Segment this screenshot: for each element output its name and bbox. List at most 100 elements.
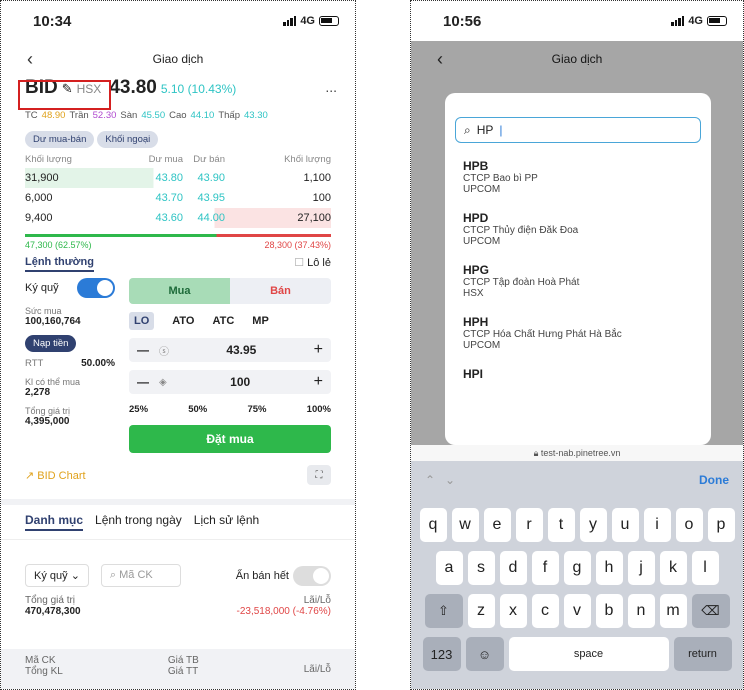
key-e[interactable]: e: [483, 508, 511, 542]
hide-sold-toggle[interactable]: Ẩn bán hết: [236, 565, 331, 586]
emoji-key[interactable]: ☺: [465, 637, 504, 671]
odd-lot-toggle[interactable]: ☐ Lô lẻ: [294, 256, 331, 272]
key-o[interactable]: o: [675, 508, 703, 542]
return-key[interactable]: return: [673, 637, 732, 671]
search-result[interactable]: HPH CTCP Hóa Chất Hưng Phát Hà Bắc UPCOM: [445, 299, 711, 351]
pl-value: -23,518,000 (-4.76%): [236, 606, 331, 617]
pct-100[interactable]: 100%: [307, 404, 331, 415]
tab-order-history[interactable]: Lịch sử lệnh: [194, 513, 259, 531]
ref-label: TC: [25, 109, 38, 121]
chevron-nav-icons[interactable]: ⌃ ⌄: [425, 473, 455, 487]
sell-side-button[interactable]: Bán: [230, 278, 331, 304]
order-type-atc[interactable]: ATC: [213, 315, 235, 327]
order-type-ato[interactable]: ATO: [172, 315, 194, 327]
key-a[interactable]: a: [435, 551, 463, 585]
place-buy-button[interactable]: Đặt mua: [129, 425, 331, 453]
checkbox-icon[interactable]: ☐: [294, 257, 307, 269]
shift-key[interactable]: ⇧: [424, 594, 463, 628]
key-u[interactable]: u: [611, 508, 639, 542]
pct-50[interactable]: 50%: [188, 404, 207, 415]
done-button[interactable]: Done: [699, 473, 729, 487]
result-exchange: UPCOM: [463, 184, 501, 195]
order-type-mp[interactable]: MP: [252, 315, 269, 327]
search-result[interactable]: HPD CTCP Thủy điện Đăk Đoa UPCOM: [445, 195, 711, 247]
key-row: ⇧ z x c v b n m ⌫: [411, 594, 743, 628]
numbers-key[interactable]: 123: [422, 637, 461, 671]
key-l[interactable]: l: [691, 551, 719, 585]
search-result[interactable]: HPI: [445, 351, 711, 381]
key-k[interactable]: k: [659, 551, 687, 585]
ob-row[interactable]: 6,000 43.70 43.95 100: [25, 188, 331, 208]
ob-row[interactable]: 9,400 43.60 44.00 27,100: [25, 208, 331, 228]
percent-shortcuts: 25% 50% 75% 100%: [129, 404, 331, 415]
chart-link[interactable]: ↗ BID Chart: [25, 469, 86, 482]
portfolio-table-header: Mã CK Tổng KL Giá TB Giá TT Lãi/Lỗ: [1, 649, 355, 689]
key-w[interactable]: w: [451, 508, 479, 542]
key-n[interactable]: n: [627, 594, 655, 628]
key-q[interactable]: q: [419, 508, 447, 542]
key-f[interactable]: f: [531, 551, 559, 585]
ob-cell: 43.90: [197, 172, 225, 184]
network-label: 4G: [688, 15, 703, 27]
buyable-label: Kl có thể mua: [25, 377, 81, 387]
key-r[interactable]: r: [515, 508, 543, 542]
tab-normal-order[interactable]: Lệnh thường: [25, 256, 94, 272]
keyboard: ⌃ ⌄ Done qwertyuiop asdfghjkl ⇧ z x c v b n m ⌫ 1…: [411, 461, 743, 689]
pct-75[interactable]: 75%: [247, 404, 266, 415]
minus-icon[interactable]: —: [137, 343, 149, 357]
symbol-search-input[interactable]: ⌕ HP |: [455, 117, 701, 143]
back-icon[interactable]: ‹: [27, 49, 33, 70]
result-symbol: HPD: [463, 211, 489, 225]
order-type-lo[interactable]: LO: [129, 312, 155, 330]
ob-row[interactable]: 31,900 43.80 43.90 1,100: [25, 168, 331, 188]
key-x[interactable]: x: [499, 594, 527, 628]
key-j[interactable]: j: [627, 551, 655, 585]
search-icon: ⌕: [109, 569, 120, 581]
key-z[interactable]: z: [467, 594, 495, 628]
toggle-switch[interactable]: [293, 565, 331, 586]
tab-portfolio[interactable]: Danh mục: [25, 513, 84, 531]
search-result[interactable]: HPB CTCP Bao bì PP UPCOM: [445, 143, 711, 195]
key-g[interactable]: g: [563, 551, 591, 585]
result-exchange: HSX: [463, 288, 484, 299]
key-s[interactable]: s: [467, 551, 495, 585]
key-t[interactable]: t: [547, 508, 575, 542]
key-b[interactable]: b: [595, 594, 623, 628]
tab-bid-ask[interactable]: Dư mua-bán: [25, 131, 95, 148]
symbol-search-input[interactable]: ⌕ Mã CK: [100, 564, 181, 587]
margin-toggle[interactable]: [77, 278, 115, 298]
key-i[interactable]: i: [643, 508, 671, 542]
deposit-button[interactable]: Nạp tiền: [25, 335, 77, 352]
nav-header: ‹ Giao dịch: [1, 41, 355, 77]
search-result[interactable]: HPG CTCP Tập đoàn Hoà Phát HSX: [445, 247, 711, 299]
price-input[interactable]: 43.95: [169, 343, 314, 357]
result-exchange: UPCOM: [463, 236, 501, 247]
key-h[interactable]: h: [595, 551, 623, 585]
more-icon[interactable]: ...: [325, 79, 337, 95]
plus-icon[interactable]: +: [314, 341, 323, 359]
key-m[interactable]: m: [659, 594, 687, 628]
column-header: Mã CK: [25, 655, 56, 666]
column-header: Tổng KL: [25, 666, 63, 677]
ref-value: 52.30: [92, 109, 117, 121]
key-p[interactable]: p: [707, 508, 735, 542]
key-d[interactable]: d: [499, 551, 527, 585]
quantity-input[interactable]: 100: [167, 375, 314, 389]
ref-value: 43.30: [243, 109, 268, 121]
backspace-key[interactable]: ⌫: [691, 594, 730, 628]
current-price: 43.80: [109, 77, 157, 98]
expand-icon[interactable]: ⛶: [307, 465, 331, 485]
key-c[interactable]: c: [531, 594, 559, 628]
plus-icon[interactable]: +: [314, 373, 323, 391]
ob-cell: 31,900: [25, 172, 59, 184]
minus-icon[interactable]: —: [137, 375, 149, 389]
account-select[interactable]: Ký quỹ ⌄: [25, 564, 89, 587]
space-key[interactable]: space: [508, 637, 669, 671]
key-y[interactable]: y: [579, 508, 607, 542]
tab-foreign[interactable]: Khối ngoại: [97, 131, 159, 148]
buy-side-button[interactable]: Mua: [129, 278, 230, 304]
tab-today-orders[interactable]: Lệnh trong ngày: [95, 513, 182, 531]
key-v[interactable]: v: [563, 594, 591, 628]
pct-25[interactable]: 25%: [129, 404, 148, 415]
keyboard-toolbar: ⌃ ⌄ Done: [411, 461, 743, 499]
